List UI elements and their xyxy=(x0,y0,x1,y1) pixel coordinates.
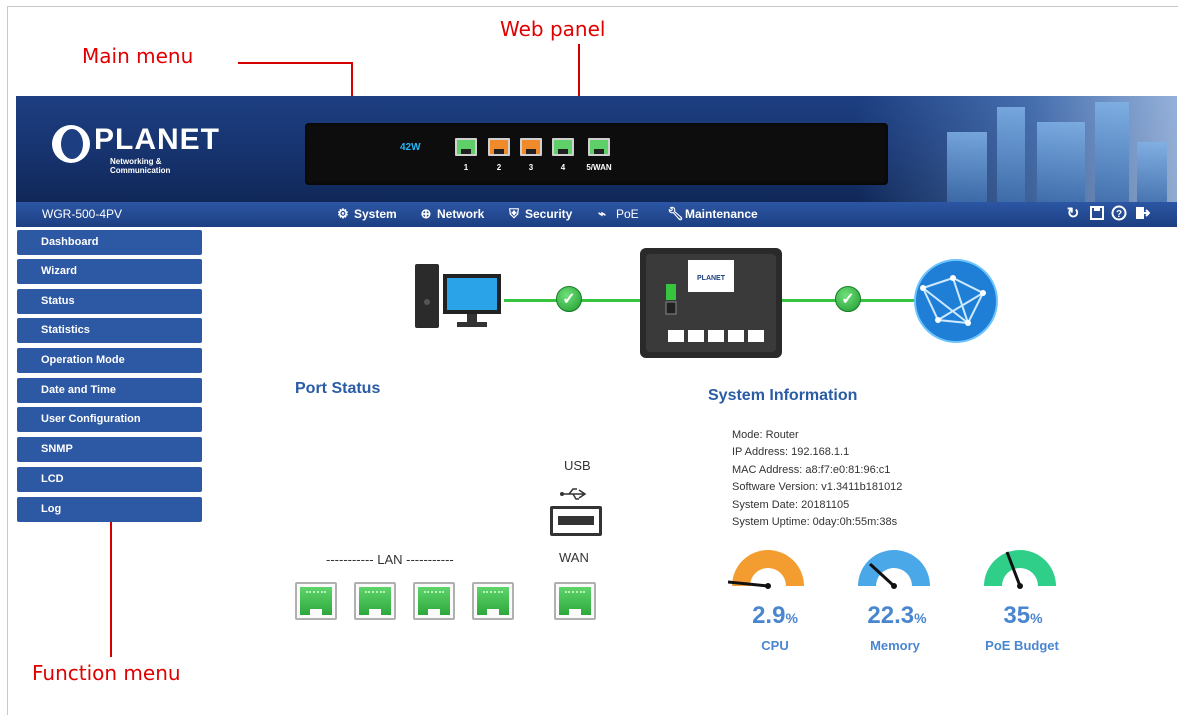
shield-icon: ⛨ xyxy=(509,206,519,221)
planet-logo-icon xyxy=(52,125,90,163)
system-info-title: System Information xyxy=(708,387,858,404)
system-software-version: Software Version: v1.3411b181012 xyxy=(732,481,903,493)
system-mode: Mode: Router xyxy=(732,429,799,441)
panel-port-label: 2 xyxy=(496,163,502,172)
sidebar-item-wizard[interactable]: Wizard xyxy=(17,259,202,284)
menu-poe[interactable]: ⌁ PoE xyxy=(592,206,639,222)
lan-port-4[interactable] xyxy=(472,582,514,620)
panel-port-label: 4 xyxy=(560,163,566,172)
sidebar-item-lcd[interactable]: LCD xyxy=(17,467,202,492)
device-model: WGR-500-4PV xyxy=(42,207,123,221)
brand-subtitle: Networking & Communication xyxy=(110,157,171,175)
sidebar-item-statistics[interactable]: Statistics xyxy=(17,318,202,343)
sidebar-item-log[interactable]: Log xyxy=(17,497,202,522)
menu-maintenance[interactable]: 🔧︎ Maintenance xyxy=(667,206,758,222)
system-mac-address: MAC Address: a8:f7:e0:81:96:c1 xyxy=(732,464,891,476)
router-device-image: PLANET xyxy=(640,248,782,358)
connected-check-icon: ✓ xyxy=(556,286,582,312)
sidebar-item-dashboard[interactable]: Dashboard xyxy=(17,230,202,255)
refresh-icon[interactable]: ↻ xyxy=(1064,205,1082,223)
menu-system-label: System xyxy=(354,207,397,221)
poe-budget-gauge xyxy=(984,550,1056,589)
wan-port[interactable] xyxy=(554,582,596,620)
panel-port-3[interactable] xyxy=(520,138,542,156)
sidebar-item-snmp[interactable]: SNMP xyxy=(17,437,202,462)
cpu-gauge xyxy=(728,550,804,589)
menu-poe-label: PoE xyxy=(616,207,639,221)
system-uptime: System Uptime: 0day:0h:55m:38s xyxy=(732,516,898,528)
poe-budget-value: 35% xyxy=(1003,602,1043,629)
panel-port-label: 1 xyxy=(463,163,469,172)
callout-web-panel: Web panel xyxy=(500,17,606,41)
poe-watt-indicator: 42W xyxy=(400,142,421,153)
memory-value: 22.3% xyxy=(867,602,927,629)
save-icon[interactable] xyxy=(1088,205,1106,223)
usb-label: USB xyxy=(564,458,591,473)
city-skyline-image xyxy=(857,96,1177,202)
menu-network-label: Network xyxy=(437,207,485,221)
menu-system[interactable]: ⚙ System xyxy=(336,206,397,222)
web-panel: 42W 1 2 3 4 5/WAN xyxy=(305,123,888,185)
cpu-label: CPU xyxy=(761,638,789,653)
system-ip-address: IP Address: 192.168.1.1 xyxy=(732,446,850,458)
panel-port-4[interactable] xyxy=(552,138,574,156)
panel-port-label: 5/WAN xyxy=(586,163,612,172)
main-menu-bar: WGR-500-4PV ⚙ System ⊕ Network ⛨ Securit… xyxy=(16,202,1177,227)
system-date: System Date: 20181105 xyxy=(732,499,850,511)
svg-text:PLANET: PLANET xyxy=(697,275,726,282)
panel-port-1[interactable] xyxy=(455,138,477,156)
gear-icon: ⚙ xyxy=(337,206,349,221)
panel-port-2[interactable] xyxy=(488,138,510,156)
callout-function-menu-line xyxy=(110,513,112,657)
sidebar-item-status[interactable]: Status xyxy=(17,289,202,314)
menu-maintenance-label: Maintenance xyxy=(685,207,758,221)
memory-gauge xyxy=(858,550,930,589)
pc-icon xyxy=(415,264,501,328)
callout-main-menu: Main menu xyxy=(82,44,194,68)
lan-port-1[interactable] xyxy=(295,582,337,620)
cpu-value: 2.9% xyxy=(752,602,798,629)
poe-budget-label: PoE Budget xyxy=(985,638,1059,653)
network-globe-icon: ⊕ xyxy=(420,206,432,221)
sidebar-item-operation-mode[interactable]: Operation Mode xyxy=(17,348,202,373)
panel-port-label: 3 xyxy=(528,163,534,172)
poe-plug-icon: ⌁ xyxy=(598,206,606,221)
wrench-icon: 🔧︎ xyxy=(667,206,684,221)
callout-function-menu: Function menu xyxy=(32,661,181,685)
internet-globe-icon xyxy=(914,259,998,343)
menu-security-label: Security xyxy=(525,207,573,221)
sidebar-item-user-configuration[interactable]: User Configuration xyxy=(17,407,202,432)
usb-port[interactable] xyxy=(550,506,602,536)
brand-name: PLANET xyxy=(94,123,220,156)
planet-logo: PLANET Networking & Communication xyxy=(52,123,222,175)
help-icon[interactable]: ? xyxy=(1110,205,1128,223)
menu-network[interactable]: ⊕ Network xyxy=(419,206,485,222)
usb-icon xyxy=(560,488,587,500)
lan-label: ----------- LAN ----------- xyxy=(326,552,454,567)
callout-main-menu-line-h xyxy=(238,62,353,64)
port-status-title: Port Status xyxy=(295,380,381,397)
logout-icon[interactable] xyxy=(1133,205,1151,223)
sidebar-item-date-and-time[interactable]: Date and Time xyxy=(17,378,202,403)
lan-port-2[interactable] xyxy=(354,582,396,620)
memory-label: Memory xyxy=(870,638,920,653)
lan-port-3[interactable] xyxy=(413,582,455,620)
connected-check-icon: ✓ xyxy=(835,286,861,312)
panel-port-5-wan[interactable] xyxy=(588,138,610,156)
menu-security[interactable]: ⛨ Security xyxy=(507,206,573,222)
svg-text:?: ? xyxy=(1116,209,1122,220)
wan-label: WAN xyxy=(559,550,589,565)
